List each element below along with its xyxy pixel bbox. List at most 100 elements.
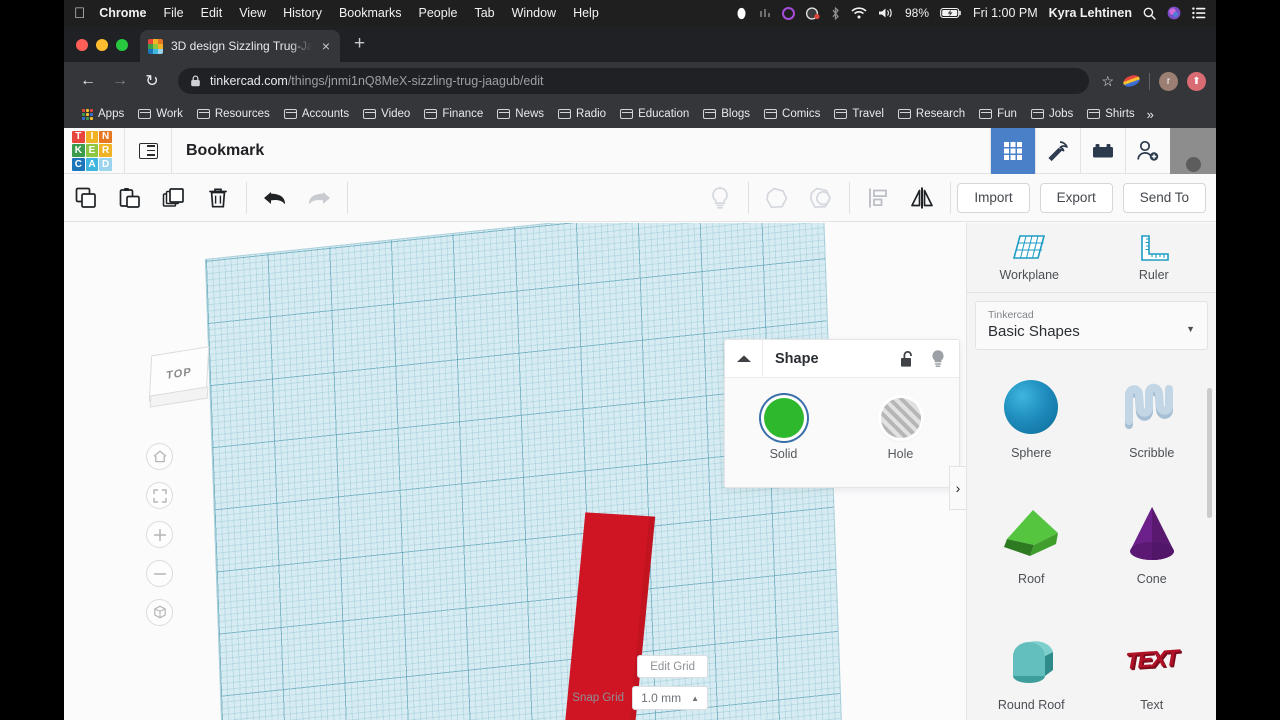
edit-grid-button[interactable]: Edit Grid (637, 655, 708, 678)
bookmark-fun[interactable]: Fun (973, 105, 1023, 123)
bookmark-resources[interactable]: Resources (191, 105, 276, 123)
forward-button[interactable]: → (106, 67, 134, 95)
ungroup-button[interactable] (799, 174, 843, 222)
redo-button[interactable] (297, 174, 341, 222)
menu-view[interactable]: View (239, 6, 266, 20)
extension-icon[interactable] (1121, 73, 1142, 89)
lightbulb-icon[interactable] (930, 349, 946, 368)
close-tab-button[interactable]: × (320, 39, 332, 53)
undo-button[interactable] (253, 174, 297, 222)
camera-app-icon[interactable] (806, 6, 820, 20)
shape-option-solid[interactable]: Solid (725, 398, 842, 461)
shape-option-hole[interactable]: Hole (842, 398, 959, 461)
zoom-in-icon[interactable] (146, 521, 173, 548)
menu-bookmarks[interactable]: Bookmarks (339, 6, 402, 20)
account-name-label[interactable]: Kyra Lehtinen (1049, 7, 1132, 20)
menu-help[interactable]: Help (573, 6, 599, 20)
control-center-icon[interactable] (1192, 7, 1206, 19)
tinkercad-logo[interactable]: T I N K E R C A D (72, 130, 112, 171)
import-button[interactable]: Import (957, 182, 1030, 213)
unlock-icon[interactable] (900, 350, 917, 368)
maximize-window-button[interactable] (116, 39, 128, 51)
bookmark-work[interactable]: Work (132, 105, 189, 123)
bookmark-jobs[interactable]: Jobs (1025, 105, 1079, 123)
bookmark-shirts[interactable]: Shirts (1081, 105, 1140, 123)
menu-edit[interactable]: Edit (201, 6, 223, 20)
group-button[interactable] (755, 174, 799, 222)
pickaxe-icon[interactable] (1035, 127, 1080, 174)
spotlight-search-icon[interactable] (1143, 7, 1156, 20)
mirror-button[interactable] (900, 174, 944, 222)
shape-item-sphere[interactable]: Sphere (971, 364, 1092, 490)
menu-tab[interactable]: Tab (474, 6, 494, 20)
equalizer-icon[interactable] (759, 7, 771, 19)
menu-window[interactable]: Window (512, 6, 556, 20)
clock-label[interactable]: Fri 1:00 PM (973, 7, 1038, 20)
wifi-icon[interactable] (851, 7, 867, 19)
view-cube[interactable]: TOP (146, 346, 220, 413)
shape-library-select[interactable]: Tinkercad Basic Shapes ▼ (975, 301, 1208, 350)
align-button[interactable] (856, 174, 900, 222)
project-menu-button[interactable] (125, 128, 171, 174)
reload-button[interactable]: ↻ (138, 67, 166, 95)
collapse-sidebar-button[interactable]: › (949, 466, 966, 510)
battery-icon[interactable] (940, 7, 962, 19)
hole-swatch[interactable] (880, 398, 921, 438)
copy-button[interactable] (64, 174, 108, 222)
profile-avatar[interactable]: r (1159, 71, 1178, 91)
siri-icon[interactable] (1167, 6, 1181, 20)
sidebar-scrollbar[interactable] (1207, 388, 1212, 518)
shape-library-grid[interactable]: Sphere Scribble Roof Cone Round Roof TEX… (967, 358, 1216, 720)
bookmark-radio[interactable]: Radio (552, 105, 612, 123)
bookmark-video[interactable]: Video (357, 105, 416, 123)
volume-icon[interactable] (878, 7, 894, 19)
snap-grid-select[interactable]: 1.0 mm ▲ (632, 686, 708, 710)
bookmark-education[interactable]: Education (614, 105, 695, 123)
menu-people[interactable]: People (419, 6, 458, 20)
shape-item-cone[interactable]: Cone (1092, 490, 1213, 616)
menu-history[interactable]: History (283, 6, 322, 20)
sidebar-tool-workplane[interactable]: Workplane (967, 223, 1092, 292)
bookmark-news[interactable]: News (491, 105, 550, 123)
bookmark-accounts[interactable]: Accounts (278, 105, 355, 123)
bookmark-blogs[interactable]: Blogs (697, 105, 756, 123)
bookmark-comics[interactable]: Comics (758, 105, 826, 123)
chevron-up-icon[interactable] (725, 339, 763, 378)
address-bar[interactable]: tinkercad.com/things/jnmi1nQ8MeX-sizzlin… (178, 68, 1090, 94)
close-window-button[interactable] (76, 39, 88, 51)
bookmark-star-icon[interactable]: ☆ (1101, 73, 1114, 90)
design-name-label[interactable]: Bookmark (186, 142, 264, 160)
solid-swatch[interactable] (763, 398, 804, 438)
user-avatar[interactable] (1170, 127, 1216, 174)
delete-button[interactable] (196, 174, 240, 222)
purple-app-icon[interactable] (782, 6, 795, 20)
browser-tab[interactable]: 3D design Sizzling Trug-Jaagub × (140, 30, 340, 62)
design-canvas[interactable]: Workplane (64, 223, 966, 720)
brick-icon[interactable] (1080, 127, 1125, 174)
ortho-perspective-icon[interactable] (146, 599, 173, 626)
home-view-icon[interactable] (146, 443, 173, 470)
send-to-button[interactable]: Send To (1122, 182, 1206, 213)
bookmark-research[interactable]: Research (892, 105, 971, 123)
invite-user-icon[interactable] (1125, 127, 1170, 174)
bookmark-apps[interactable]: Apps (76, 105, 130, 123)
shape-item-roof[interactable]: Roof (971, 490, 1092, 616)
grid-icon[interactable] (990, 127, 1035, 174)
lightbulb-icon[interactable] (698, 174, 742, 222)
shape-item-scribble[interactable]: Scribble (1092, 364, 1213, 490)
new-tab-button[interactable]: + (354, 34, 365, 53)
duplicate-button[interactable] (152, 174, 196, 222)
paste-button[interactable] (108, 174, 152, 222)
back-button[interactable]: ← (74, 67, 102, 95)
bookmarks-overflow-button[interactable]: » (1147, 107, 1154, 122)
sidebar-tool-ruler[interactable]: Ruler (1092, 223, 1217, 292)
chrome-menu-button[interactable]: ⬆ (1187, 71, 1206, 91)
minimize-window-button[interactable] (96, 39, 108, 51)
bookmark-travel[interactable]: Travel (828, 105, 890, 123)
bluetooth-icon[interactable] (831, 6, 840, 20)
fit-view-icon[interactable] (146, 482, 173, 509)
export-button[interactable]: Export (1039, 182, 1113, 213)
shape-item-round-roof[interactable]: Round Roof (971, 616, 1092, 720)
menu-chrome[interactable]: Chrome (99, 6, 146, 20)
shape-item-text[interactable]: TEXT Text (1092, 616, 1213, 720)
